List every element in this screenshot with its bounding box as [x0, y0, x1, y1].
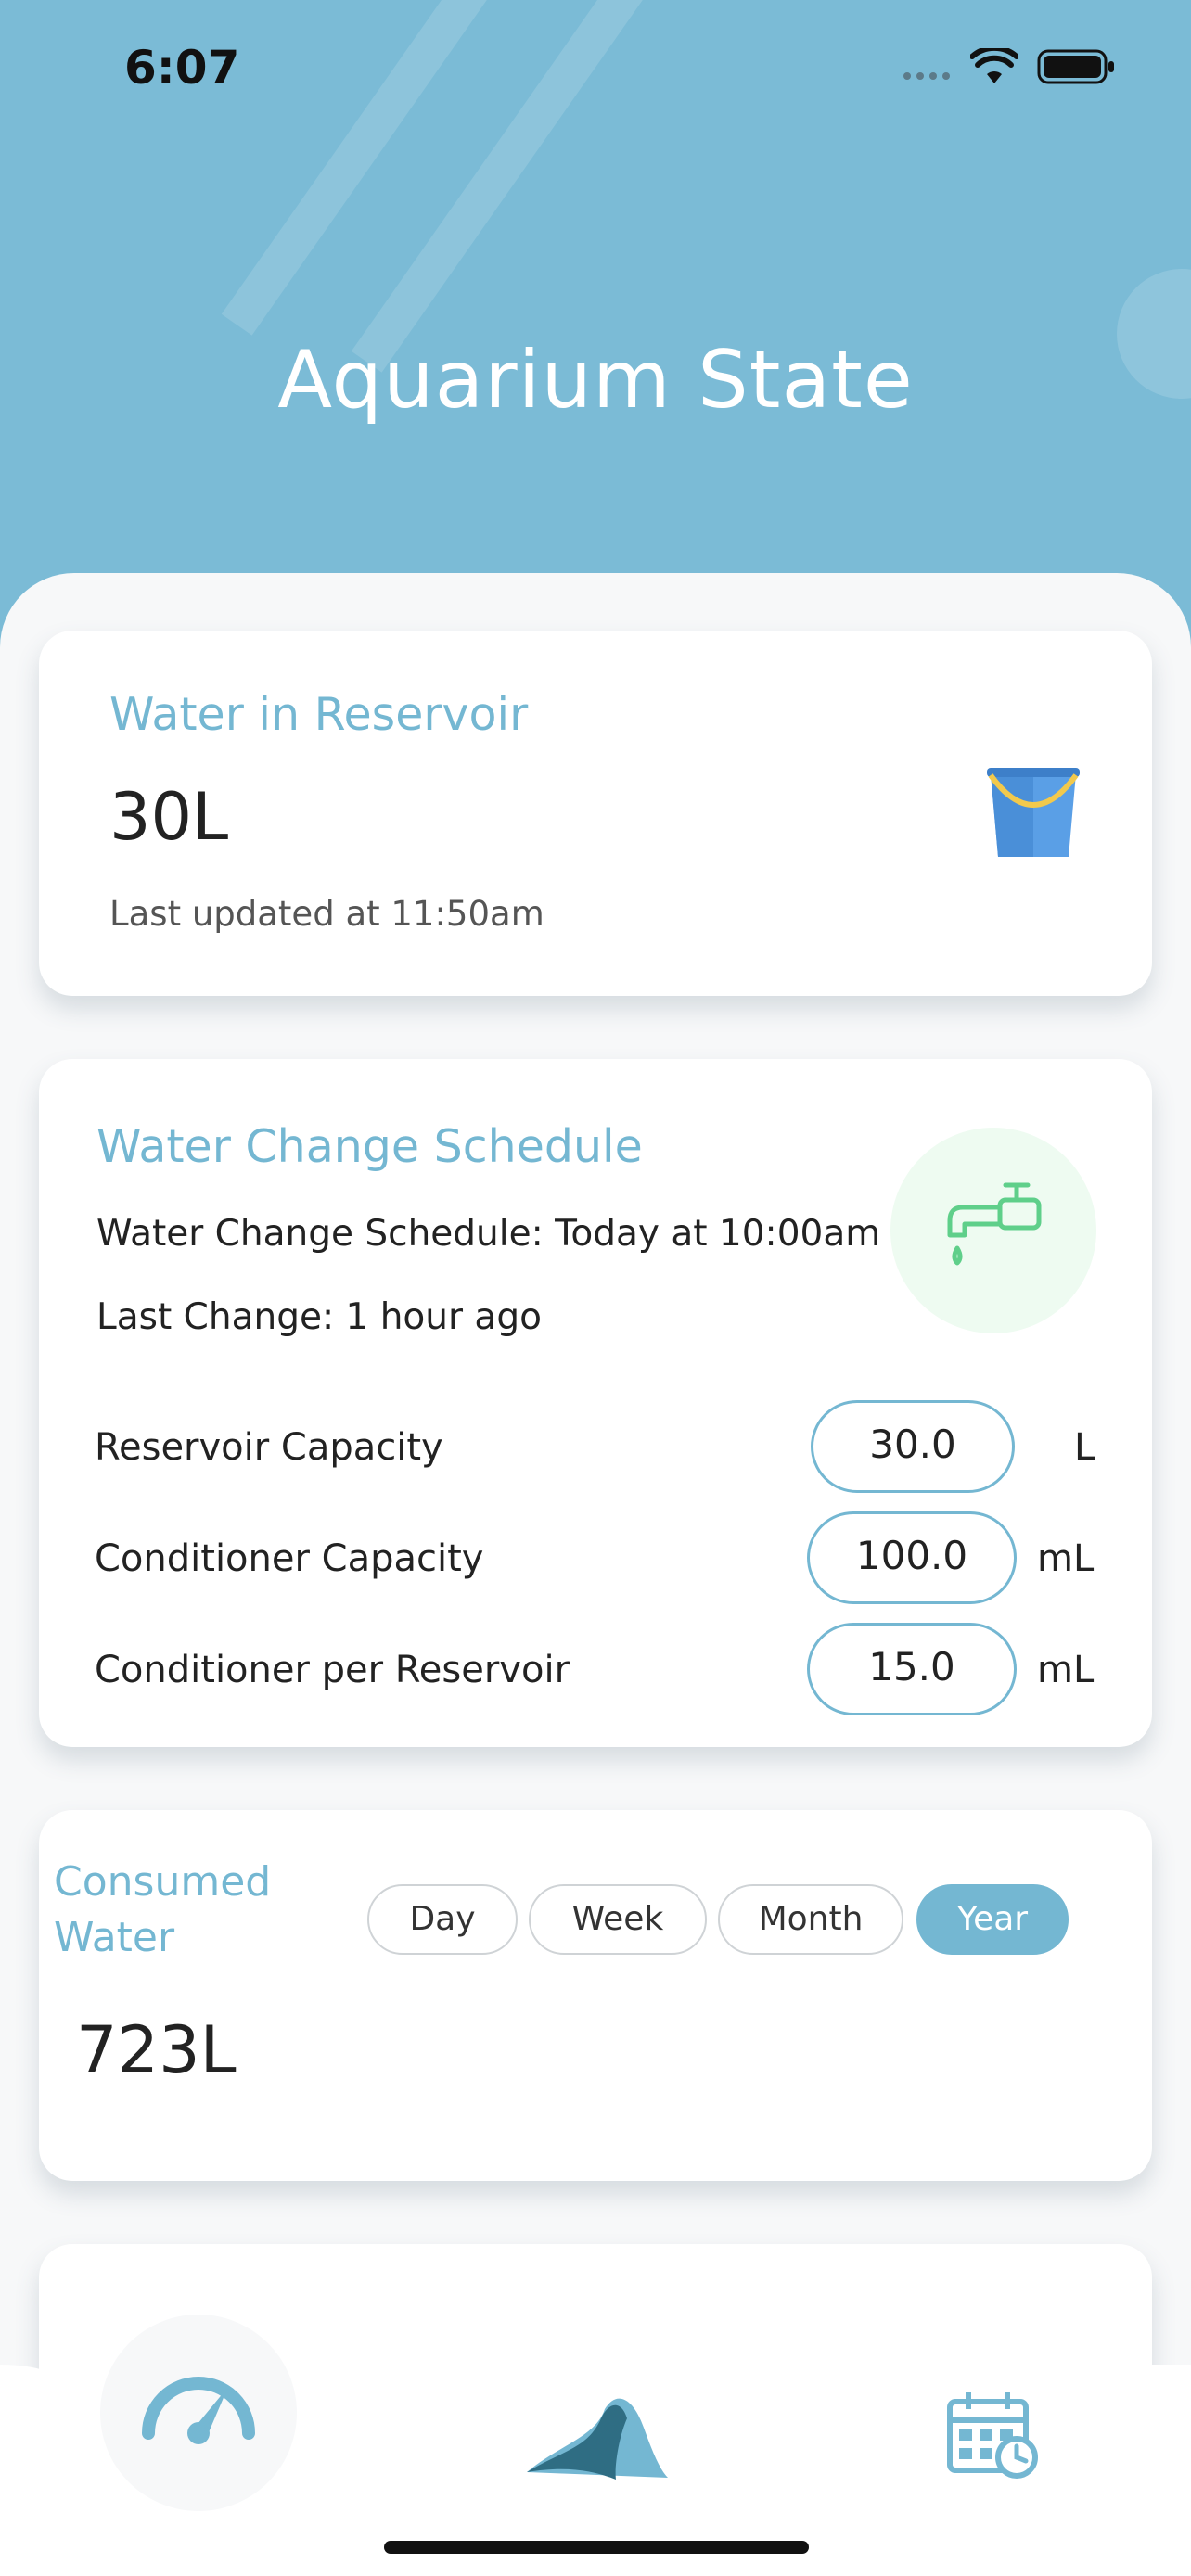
conditioner-per-reservoir-unit: mL: [1037, 1649, 1095, 1691]
period-day-button[interactable]: Day: [367, 1884, 518, 1955]
reservoir-card-title: Water in Reservoir: [109, 688, 529, 741]
period-year-button[interactable]: Year: [916, 1884, 1069, 1955]
period-week-button[interactable]: Week: [529, 1884, 707, 1955]
faucet-icon: [947, 1182, 1042, 1266]
reservoir-updated-text: Last updated at 11:50am: [109, 894, 544, 934]
dashboard-gauge-icon: [142, 2377, 255, 2444]
conditioner-capacity-input[interactable]: 100.0: [807, 1511, 1017, 1604]
last-change-text: Last Change: 1 hour ago: [96, 1296, 542, 1338]
conditioner-per-reservoir-input[interactable]: 15.0: [807, 1623, 1017, 1715]
nav-item-dashboard[interactable]: [100, 2315, 297, 2511]
reservoir-capacity-input[interactable]: 30.0: [811, 1400, 1015, 1493]
reservoir-capacity-label: Reservoir Capacity: [95, 1426, 443, 1469]
bucket-icon: [987, 768, 1080, 857]
consumed-water-value: 723L: [76, 2012, 237, 2088]
home-indicator: [384, 2541, 809, 2554]
conditioner-capacity-label: Conditioner Capacity: [95, 1537, 484, 1580]
battery-icon: [1037, 49, 1114, 84]
schedule-card: Water Change Schedule Water Change Sched…: [39, 1059, 1152, 1747]
calendar-schedule-icon[interactable]: [946, 2391, 1039, 2480]
wifi-icon: [970, 48, 1018, 83]
consumed-water-card: Consumed Water Day Week Month Year 723L: [39, 1810, 1152, 2181]
reservoir-card[interactable]: Water in Reservoir 30L Last updated at 1…: [39, 631, 1152, 996]
faucet-icon-container: [890, 1128, 1096, 1333]
reservoir-value: 30L: [109, 779, 229, 855]
conditioner-capacity-unit: mL: [1037, 1537, 1095, 1580]
bottom-navigation: [0, 2298, 1191, 2576]
decorative-stripe: [351, 0, 680, 373]
consumed-title-line2: Water: [54, 1914, 175, 1961]
conditioner-per-reservoir-label: Conditioner per Reservoir: [95, 1649, 570, 1691]
period-month-button[interactable]: Month: [718, 1884, 903, 1955]
schedule-text: Water Change Schedule: Today at 10:00am: [96, 1213, 881, 1255]
consumed-title-line1: Consumed: [54, 1858, 272, 1906]
status-time: 6:07: [124, 41, 240, 95]
header: 6:07 Aquarium State: [0, 0, 1191, 649]
aquarium-wave-icon[interactable]: [523, 2391, 672, 2483]
schedule-card-title: Water Change Schedule: [96, 1120, 643, 1173]
page-title: Aquarium State: [277, 334, 914, 427]
cellular-signal-icon: [903, 72, 950, 80]
reservoir-capacity-unit: L: [1074, 1426, 1095, 1469]
